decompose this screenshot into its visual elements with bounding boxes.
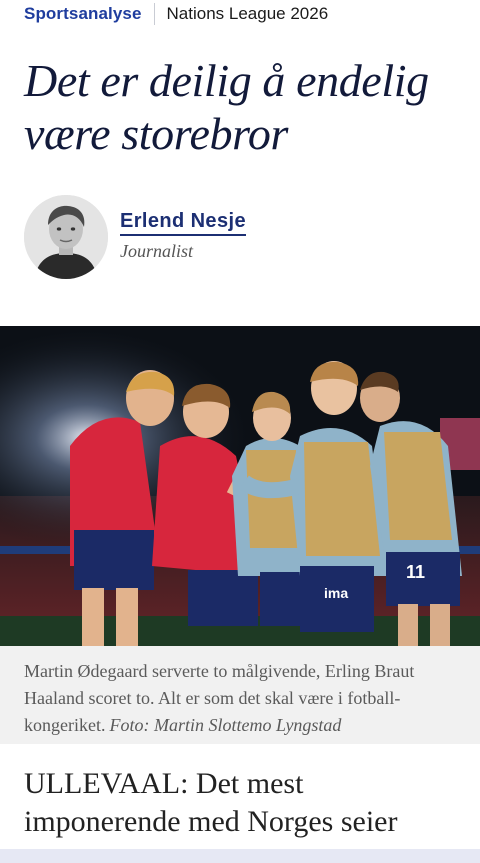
sponsor-mark: ima [324, 585, 348, 601]
author-name-link[interactable]: Erlend Nesje [120, 210, 246, 236]
byline: Erlend Nesje Journalist [24, 195, 246, 279]
section-link[interactable]: Sportsanalyse [24, 4, 142, 24]
author-role: Journalist [120, 241, 194, 261]
topic-link[interactable]: Nations League 2026 [167, 4, 329, 24]
article-headline: Det er deilig å endelig være storebror [24, 55, 429, 159]
photo-credit: Foto: Martin Slottemo Lyngstad [109, 715, 342, 735]
bottom-bar [0, 849, 480, 863]
author-avatar[interactable] [24, 195, 108, 279]
hero-image[interactable]: ima 11 [0, 326, 480, 646]
image-caption-box: Martin Ødegaard serverte to målgivende, … [0, 646, 480, 744]
image-caption: Martin Ødegaard serverte to målgivende, … [24, 658, 456, 739]
header-divider [153, 3, 155, 25]
section-header: Sportsanalyse Nations League 2026 [0, 0, 480, 28]
shirt-number: 11 [406, 562, 425, 582]
article-lead: ULLEVAAL: Det mest imponerende med Norge… [24, 767, 398, 838]
